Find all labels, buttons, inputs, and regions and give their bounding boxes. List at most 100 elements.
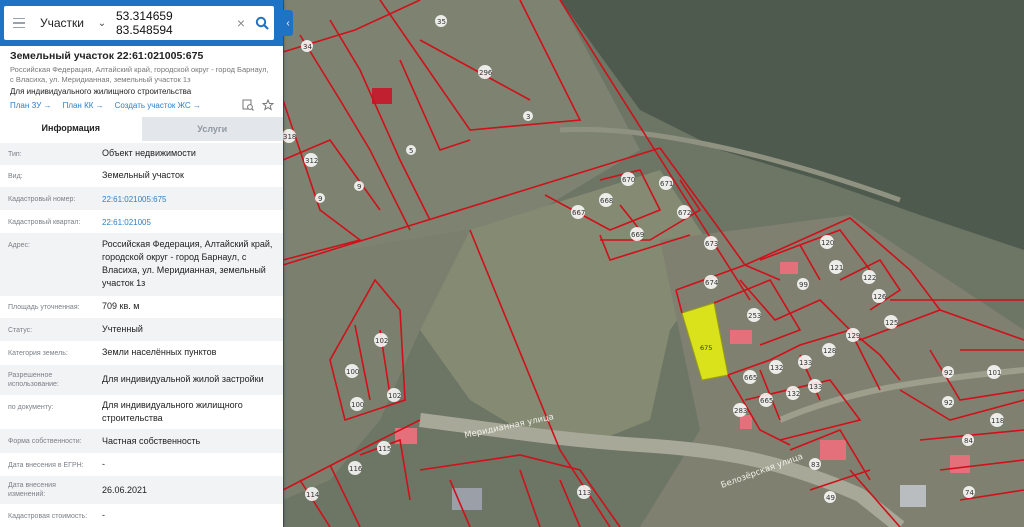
info-row: Площадь уточненная: 709 кв. м — [0, 296, 283, 318]
svg-text:102: 102 — [375, 337, 388, 345]
info-row: Дата внесения в ЕГРН: - — [0, 453, 283, 476]
menu-icon[interactable] — [4, 6, 34, 40]
svg-text:122: 122 — [863, 274, 876, 282]
info-row: Разрешенное использование: Для индивидуа… — [0, 365, 283, 395]
object-tools — [242, 98, 275, 116]
info-value: Частная собственность — [102, 436, 201, 446]
search-input[interactable]: 53.314659 83.548594 — [110, 9, 232, 37]
parcel-label: 35 — [435, 15, 447, 27]
svg-text:49: 49 — [826, 494, 835, 502]
create-parcel-link[interactable]: Создать участок ЖС → — [115, 101, 201, 110]
svg-text:672: 672 — [678, 209, 691, 217]
svg-text:670: 670 — [622, 176, 635, 184]
svg-text:665: 665 — [744, 374, 757, 382]
collapse-panel-button[interactable]: ‹ — [283, 10, 293, 36]
cadastral-quarter-link[interactable]: 22:61:021005 — [102, 216, 280, 229]
svg-text:35: 35 — [437, 18, 446, 26]
info-value: - — [102, 510, 105, 520]
info-key: Статус: — [8, 327, 33, 334]
info-value: Для индивидуальной жилой застройки — [102, 374, 264, 384]
search-box: Участки ⌄ 53.314659 83.548594 × — [4, 6, 274, 40]
svg-text:100: 100 — [351, 401, 364, 409]
parcel-label: 34 — [301, 40, 313, 52]
plan-kk-link[interactable]: План КК → — [63, 101, 104, 110]
svg-text:675: 675 — [700, 344, 712, 352]
star-icon[interactable] — [261, 98, 275, 116]
object-links: План ЗУ → План КК → Создать участок ЖС → — [10, 101, 201, 110]
svg-text:92: 92 — [944, 369, 953, 377]
svg-text:84: 84 — [964, 437, 973, 445]
svg-text:133: 133 — [809, 383, 822, 391]
parcel-label: 83 — [809, 458, 821, 470]
svg-text:99: 99 — [799, 281, 808, 289]
parcel-label: 5 — [406, 145, 416, 155]
info-value: Земли населённых пунктов — [102, 347, 217, 357]
svg-text:673: 673 — [705, 240, 718, 248]
plan-zu-link[interactable]: План ЗУ → — [10, 101, 52, 110]
info-value: 709 кв. м — [102, 301, 140, 311]
tab-information[interactable]: Информация — [0, 117, 142, 141]
svg-text:133: 133 — [799, 359, 812, 367]
svg-text:253: 253 — [748, 312, 761, 320]
info-key: Разрешенное использование: — [8, 372, 59, 388]
info-key: Вид: — [8, 173, 23, 180]
svg-text:115: 115 — [378, 445, 391, 453]
info-value: Учтенный — [102, 324, 143, 334]
parcel-label: 49 — [824, 491, 836, 503]
parcel-label: 74 — [963, 486, 975, 498]
svg-text:5: 5 — [409, 147, 413, 155]
parcel-label: 92 — [942, 396, 954, 408]
svg-text:102: 102 — [388, 392, 401, 400]
svg-text:3: 3 — [526, 113, 530, 121]
page-title: Земельный участок 22:61:021005:675 — [10, 50, 204, 62]
search-icon[interactable] — [250, 6, 274, 40]
info-key: Форма собственности: — [8, 438, 82, 445]
chevron-down-icon[interactable]: ⌄ — [94, 18, 110, 29]
info-value: 26.06.2021 — [102, 485, 148, 495]
info-key: Дата внесения в ЕГРН: — [8, 462, 84, 469]
svg-text:129: 129 — [847, 332, 860, 340]
svg-text:665: 665 — [760, 397, 773, 405]
info-key: Тип: — [8, 151, 22, 158]
tab-services[interactable]: Услуги — [141, 117, 283, 141]
info-row: Кадастровая стоимость: - — [0, 504, 283, 527]
info-key: Кадастровый квартал: — [8, 219, 81, 226]
parcel-label: 9 — [315, 193, 325, 203]
parcel-label: 92 — [942, 366, 954, 378]
cadastral-number-link[interactable]: 22:61:021005:675 — [102, 193, 280, 206]
info-row: Тип: Объект недвижимости — [0, 143, 283, 165]
layer-select[interactable]: Участки — [34, 16, 94, 30]
svg-text:120: 120 — [821, 239, 834, 247]
info-row: Кадастровый номер: 22:61:021005:675 — [0, 187, 283, 210]
svg-text:125: 125 — [885, 319, 898, 327]
svg-text:128: 128 — [823, 347, 836, 355]
parcel-label: 3 — [523, 111, 533, 121]
svg-text:116: 116 — [349, 465, 363, 473]
info-key: Дата внесения изменений: — [8, 482, 56, 498]
info-key: Площадь уточненная: — [8, 304, 80, 311]
info-key: по документу: — [8, 404, 54, 411]
info-value: Объект недвижимости — [102, 148, 196, 158]
svg-text:83: 83 — [811, 461, 820, 469]
info-row: Дата внесения изменений: 26.06.2021 — [0, 476, 283, 504]
svg-text:667: 667 — [572, 209, 585, 217]
info-row: по документу: Для индивидуального жилищн… — [0, 395, 283, 429]
info-row: Форма собственности: Частная собственнос… — [0, 429, 283, 453]
svg-text:318: 318 — [283, 133, 296, 141]
close-icon[interactable]: × — [232, 15, 250, 31]
svg-text:671: 671 — [660, 180, 673, 188]
svg-text:113: 113 — [578, 489, 591, 497]
info-key: Кадастровая стоимость: — [8, 513, 88, 520]
object-address: Российская Федерация, Алтайский край, го… — [10, 65, 269, 84]
svg-text:92: 92 — [944, 399, 953, 407]
svg-text:121: 121 — [830, 264, 843, 272]
document-search-icon[interactable] — [242, 98, 254, 116]
search-bar: Участки ⌄ 53.314659 83.548594 × — [0, 0, 283, 46]
svg-text:9: 9 — [318, 195, 322, 203]
info-key: Категория земель: — [8, 350, 68, 357]
svg-text:132: 132 — [770, 364, 783, 372]
svg-text:312: 312 — [305, 157, 318, 165]
parcel-label: 9 — [354, 181, 364, 191]
svg-text:296: 296 — [479, 69, 493, 77]
svg-text:126: 126 — [873, 293, 887, 301]
